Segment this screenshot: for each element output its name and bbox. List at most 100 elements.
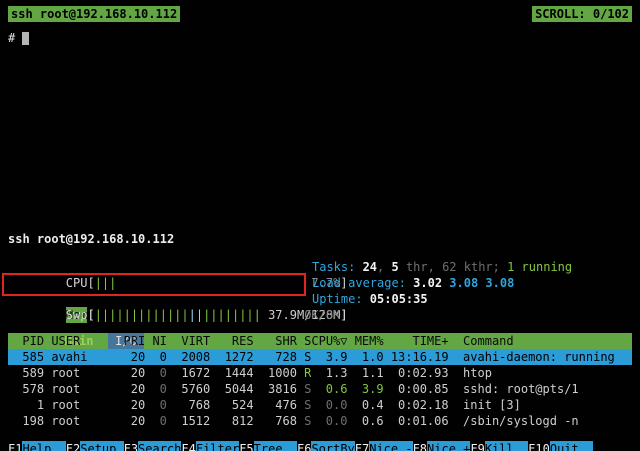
shell-prompt-line[interactable]: #: [8, 30, 640, 46]
cell-user: root: [51, 413, 116, 429]
cell-pri: 20: [116, 349, 145, 365]
col-time[interactable]: TIME+: [384, 333, 449, 349]
cell-user: avahi: [51, 349, 116, 365]
cell-state: S: [297, 349, 311, 365]
col-res[interactable]: RES: [210, 333, 253, 349]
cell-state: S: [297, 381, 311, 397]
cell-res: 524: [210, 397, 253, 413]
cell-ni: 0: [145, 365, 167, 381]
fn-key: F2: [66, 441, 80, 451]
process-row[interactable]: 1 root 20 0 768 524 476 S 0.0 0.4 0:02.1…: [8, 397, 632, 413]
cell-res: 812: [210, 413, 253, 429]
cell-state: S: [297, 413, 311, 429]
cell-user: root: [51, 397, 116, 413]
cell-virt: 5760: [167, 381, 210, 397]
thr-count: 5: [391, 260, 398, 274]
function-key-bar: F1Help F2Setup F3Search F4Filter F5Tree …: [8, 441, 640, 451]
fn-label: Nice +: [427, 441, 470, 451]
cell-res: 5044: [210, 381, 253, 397]
col-virt[interactable]: VIRT: [167, 333, 210, 349]
cell-time: 0:00.85: [384, 381, 449, 397]
process-row[interactable]: 589 root 20 0 1672 1444 1000 R 1.3 1.1 0…: [8, 365, 632, 381]
fn-label: Filter: [196, 441, 239, 451]
cell-cpu: 3.9: [311, 349, 347, 365]
tasks-label: Tasks:: [312, 260, 363, 274]
tasks-stat: Tasks: 24, 5 thr, 62 kthr; 1 running: [312, 259, 572, 275]
htop-meters: CPU[|||7.7%] Tasks: 24, 5 thr, 62 kthr; …: [8, 259, 632, 307]
cell-state: S: [297, 397, 311, 413]
fn-tree-button[interactable]: F5Tree: [239, 441, 297, 451]
cell-cpu: 1.3: [311, 365, 347, 381]
cell-pri: 20: [116, 381, 145, 397]
cell-command: avahi-daemon: running: [463, 349, 632, 365]
cell-shr: 768: [254, 413, 297, 429]
fn-key: F9: [470, 441, 484, 451]
swap-meter: Swp[0K/0K] Uptime: 05:05:35: [8, 291, 632, 307]
fn-label: Quit: [550, 441, 593, 451]
mem-meter: Mem[|||||||||||||||||||||||37.9M/128M] L…: [8, 275, 632, 291]
col-pri[interactable]: PRI: [116, 333, 145, 349]
col-cpu-sorted[interactable]: CPU%▽: [311, 333, 347, 349]
fn-label: Kill: [485, 441, 528, 451]
fn-search-button[interactable]: F3Search: [124, 441, 182, 451]
running-count: 1 running: [507, 260, 572, 274]
bracket-close: ]: [340, 308, 347, 322]
cell-ni: 0: [145, 349, 167, 365]
fn-key: F7: [355, 441, 369, 451]
cell-time: 0:01.06: [384, 413, 449, 429]
fn-label: Setup: [80, 441, 123, 451]
cell-mem: 1.1: [347, 365, 383, 381]
bracket-open: [: [87, 308, 94, 322]
fn-nice-minus-button[interactable]: F7Nice -: [355, 441, 413, 451]
load-15min: 3.08: [485, 276, 514, 290]
process-row[interactable]: 578 root 20 0 5760 5044 3816 S 0.6 3.9 0…: [8, 381, 632, 397]
cell-pri: 20: [116, 365, 145, 381]
fn-help-button[interactable]: F1Help: [8, 441, 66, 451]
cell-user: root: [51, 381, 116, 397]
terminal-cursor: [22, 32, 29, 45]
cell-time: 13:16.19: [384, 349, 449, 365]
cell-pid: 578: [8, 381, 44, 397]
fn-setup-button[interactable]: F2Setup: [66, 441, 124, 451]
cell-user: root: [51, 365, 116, 381]
cell-command: htop: [463, 365, 632, 381]
fn-label: SortBy: [311, 441, 354, 451]
fn-sortby-button[interactable]: F6SortBy: [297, 441, 355, 451]
load-label: Load average:: [312, 276, 413, 290]
cell-shr: 476: [254, 397, 297, 413]
cell-virt: 1512: [167, 413, 210, 429]
cell-virt: 1672: [167, 365, 210, 381]
cell-command: init [3]: [463, 397, 632, 413]
cell-pid: 198: [8, 413, 44, 429]
cell-ni: 0: [145, 397, 167, 413]
scroll-indicator: SCROLL:0/102: [532, 6, 632, 22]
top-status-bar: ssh root@192.168.10.112 SCROLL:0/102: [8, 6, 632, 22]
cell-res: 1272: [210, 349, 253, 365]
uptime-label: Uptime:: [312, 292, 370, 306]
process-row-selected[interactable]: 585 avahi 20 0 2008 1272 728 S 3.9 1.0 1…: [8, 349, 632, 365]
process-row[interactable]: 198 root 20 0 1512 812 768 S 0.0 0.6 0:0…: [8, 413, 632, 429]
swap-meter-value: 0K/0K: [304, 307, 340, 323]
col-shr[interactable]: SHR: [254, 333, 297, 349]
cell-state: R: [297, 365, 311, 381]
fn-key: F10: [528, 441, 550, 451]
fn-filter-button[interactable]: F4Filter: [181, 441, 239, 451]
fn-quit-button[interactable]: F10Quit: [528, 441, 593, 451]
fn-key: F3: [124, 441, 138, 451]
uptime-value: 05:05:35: [370, 292, 428, 306]
col-state[interactable]: S: [297, 333, 311, 349]
col-mem[interactable]: MEM%: [347, 333, 383, 349]
fn-kill-button[interactable]: F9Kill: [470, 441, 528, 451]
cell-shr: 1000: [254, 365, 297, 381]
bottom-terminal-pane: ssh root@192.168.10.112 CPU[|||7.7%] Tas…: [0, 224, 640, 451]
col-command[interactable]: Command: [463, 333, 632, 349]
fn-label: Help: [22, 441, 65, 451]
cell-mem: 3.9: [347, 381, 383, 397]
col-ni[interactable]: NI: [145, 333, 167, 349]
cell-cpu: 0.6: [311, 381, 347, 397]
col-cpu-label: CPU%: [311, 334, 340, 348]
cell-mem: 0.4: [347, 397, 383, 413]
top-terminal-pane: ssh root@192.168.10.112 SCROLL:0/102 #: [0, 6, 640, 224]
fn-label: Nice -: [369, 441, 412, 451]
fn-nice-plus-button[interactable]: F8Nice +: [413, 441, 471, 451]
